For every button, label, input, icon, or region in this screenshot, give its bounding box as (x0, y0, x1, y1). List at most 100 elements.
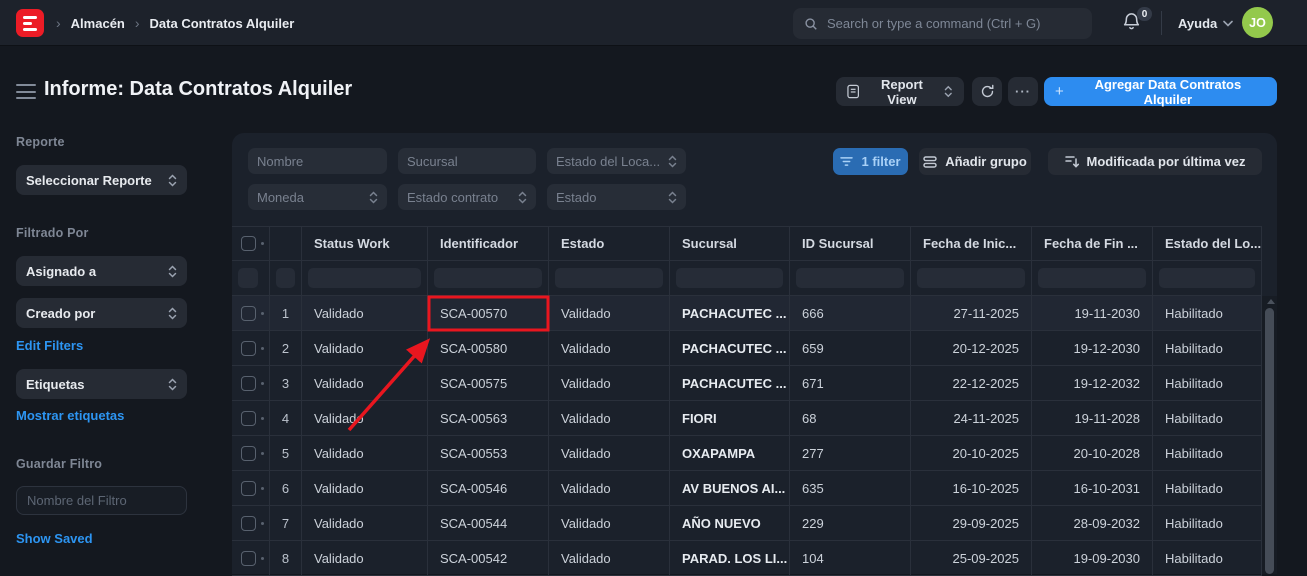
column-header-fecha-fin[interactable]: Fecha de Fin ... (1032, 227, 1153, 261)
cell-status-work: Validado (302, 436, 428, 471)
scrollbar-thumb[interactable] (1265, 308, 1274, 574)
assigned-to-dropdown[interactable]: Asignado a (16, 256, 187, 286)
table-row[interactable]: 2 Validado SCA-00580 Validado PACHACUTEC… (232, 331, 1262, 366)
column-filter-input[interactable] (1038, 268, 1146, 288)
column-header-id-sucursal[interactable]: ID Sucursal (790, 227, 911, 261)
more-menu-button[interactable]: ··· (1008, 77, 1038, 106)
filter-moneda-select[interactable]: Moneda (248, 184, 387, 210)
cell-identificador[interactable]: SCA-00544 (428, 506, 549, 541)
cell-identificador[interactable]: SCA-00575 (428, 366, 549, 401)
user-avatar[interactable]: JO (1242, 7, 1273, 38)
cell-identificador[interactable]: SCA-00570 (428, 296, 549, 331)
scroll-up-arrow-icon[interactable] (1267, 299, 1275, 304)
cell-status-work: Validado (302, 366, 428, 401)
filter-name-input[interactable] (16, 486, 187, 515)
column-filter-input[interactable] (555, 268, 663, 288)
table-row[interactable]: 6 Validado SCA-00546 Validado AV BUENOS … (232, 471, 1262, 506)
cell-fecha-fin: 19-12-2030 (1032, 331, 1153, 366)
column-header-estado[interactable]: Estado (549, 227, 670, 261)
select-report-dropdown[interactable]: Seleccionar Reporte (16, 165, 187, 195)
select-all-checkbox[interactable] (241, 236, 256, 251)
filter-estado-select[interactable]: Estado (547, 184, 686, 210)
filter-sucursal[interactable] (398, 148, 536, 174)
cell-status-work: Validado (302, 331, 428, 366)
row-number: 6 (270, 471, 302, 506)
row-checkbox[interactable] (241, 481, 256, 496)
table-row[interactable]: 1 Validado SCA-00570 Validado PACHACUTEC… (232, 296, 1262, 331)
column-filter-input[interactable] (676, 268, 783, 288)
column-filter-input[interactable] (308, 268, 421, 288)
filter-estado-contrato-select[interactable]: Estado contrato (398, 184, 536, 210)
like-dot-icon (261, 312, 264, 315)
app-logo-icon[interactable] (16, 9, 44, 37)
created-by-dropdown[interactable]: Creado por (16, 298, 187, 328)
edit-filters-link[interactable]: Edit Filters (16, 338, 83, 353)
filter-moneda-value: Moneda (257, 190, 304, 205)
sidebar-toggle-icon[interactable] (16, 84, 36, 99)
table-header-row: Status Work Identificador Estado Sucursa… (232, 226, 1262, 261)
filter-icon (840, 156, 853, 167)
cell-fecha-inicio: 24-11-2025 (911, 401, 1032, 436)
cell-identificador[interactable]: SCA-00553 (428, 436, 549, 471)
row-checkbox[interactable] (241, 516, 256, 531)
cell-estado-local: Habilitado (1153, 541, 1262, 576)
add-group-button[interactable]: Añadir grupo (919, 148, 1031, 175)
row-checkbox[interactable] (241, 411, 256, 426)
column-filter-input[interactable] (1159, 268, 1255, 288)
column-filter-input[interactable] (434, 268, 542, 288)
cell-estado: Validado (549, 471, 670, 506)
row-checkbox[interactable] (241, 551, 256, 566)
cell-identificador[interactable]: SCA-00563 (428, 401, 549, 436)
table-row[interactable]: 7 Validado SCA-00544 Validado AÑO NUEVO … (232, 506, 1262, 541)
column-header-identificador[interactable]: Identificador (428, 227, 549, 261)
row-checkbox[interactable] (241, 446, 256, 461)
table-body: 1 Validado SCA-00570 Validado PACHACUTEC… (232, 296, 1262, 576)
column-filter-input[interactable] (796, 268, 904, 288)
column-header-sucursal[interactable]: Sucursal (670, 227, 790, 261)
cell-estado-local: Habilitado (1153, 401, 1262, 436)
row-checkbox[interactable] (241, 376, 256, 391)
breadcrumb-almacen[interactable]: Almacén (71, 16, 125, 31)
cell-identificador[interactable]: SCA-00580 (428, 331, 549, 366)
table-row[interactable]: 5 Validado SCA-00553 Validado OXAPAMPA 2… (232, 436, 1262, 471)
add-record-button[interactable]: + Agregar Data Contratos Alquiler (1044, 77, 1277, 106)
column-header-estado-local[interactable]: Estado del Lo... (1153, 227, 1262, 261)
refresh-button[interactable] (972, 77, 1002, 106)
show-saved-link[interactable]: Show Saved (16, 531, 93, 546)
report-view-button[interactable]: Report View (836, 77, 964, 106)
cell-fecha-inicio: 22-12-2025 (911, 366, 1032, 401)
global-search[interactable] (793, 8, 1092, 39)
filter-estado-local-select[interactable]: Estado del Loca... (547, 148, 686, 174)
cell-fecha-inicio: 20-12-2025 (911, 331, 1032, 366)
column-header-status-work[interactable]: Status Work (302, 227, 428, 261)
table-row[interactable]: 4 Validado SCA-00563 Validado FIORI 68 2… (232, 401, 1262, 436)
column-filter-input[interactable] (276, 268, 295, 288)
plus-icon: + (1055, 83, 1064, 100)
cell-estado-local: Habilitado (1153, 506, 1262, 541)
filter-nombre[interactable] (248, 148, 387, 174)
filter-count-button[interactable]: 1 filter (833, 148, 908, 175)
sort-button[interactable]: Modificada por última vez (1048, 148, 1262, 175)
table-row[interactable]: 3 Validado SCA-00575 Validado PACHACUTEC… (232, 366, 1262, 401)
search-input[interactable] (827, 16, 1081, 31)
row-number: 2 (270, 331, 302, 366)
column-header-fecha-inicio[interactable]: Fecha de Inic... (911, 227, 1032, 261)
help-label: Ayuda (1178, 16, 1217, 31)
show-tags-link[interactable]: Mostrar etiquetas (16, 408, 124, 423)
select-caret-icon (668, 191, 677, 204)
breadcrumb-data-contratos[interactable]: Data Contratos Alquiler (150, 16, 295, 31)
notifications-button[interactable]: 0 (1122, 11, 1150, 37)
filter-nombre-input[interactable] (257, 154, 378, 169)
cell-identificador[interactable]: SCA-00542 (428, 541, 549, 576)
column-filter-input[interactable] (917, 268, 1025, 288)
column-filter-input[interactable] (238, 268, 258, 288)
tags-dropdown[interactable]: Etiquetas (16, 369, 187, 399)
row-checkbox[interactable] (241, 341, 256, 356)
help-menu[interactable]: Ayuda (1178, 0, 1233, 46)
row-checkbox[interactable] (241, 306, 256, 321)
table-row[interactable]: 8 Validado SCA-00542 Validado PARAD. LOS… (232, 541, 1262, 576)
vertical-scrollbar[interactable] (1262, 296, 1277, 574)
cell-identificador[interactable]: SCA-00546 (428, 471, 549, 506)
filter-sucursal-input[interactable] (407, 154, 527, 169)
filter-count-label: 1 filter (861, 154, 900, 169)
